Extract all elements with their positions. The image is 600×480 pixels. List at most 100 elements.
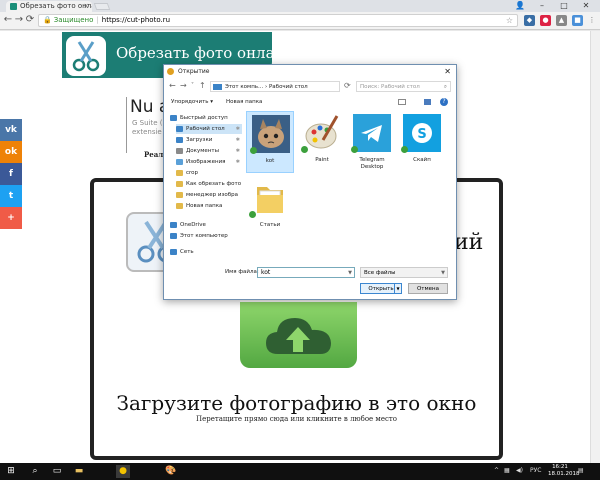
time-text: 16:21 [552,464,568,470]
view-icon[interactable] [398,99,406,105]
breadcrumb-item[interactable]: Рабочий стол [269,84,308,90]
extension-icon[interactable]: ▲ [556,15,567,26]
nav-item[interactable]: Сеть [170,247,242,257]
sync-check-icon [249,211,256,218]
ad-line: extensie [132,128,162,136]
star-icon [170,115,177,121]
windows-start-icon[interactable]: ⊞ [4,465,18,478]
nav-item-label: OneDrive [180,222,206,228]
close-window-button[interactable]: ✕ [576,0,596,11]
browser-tab[interactable]: Обрезать фото онлайн! × [6,1,92,12]
chevron-down-icon[interactable]: ˅ [191,82,194,89]
user-icon[interactable]: 👤 [510,0,530,11]
vk-share-button[interactable]: vk [0,119,22,141]
nav-item[interactable]: менеджер изобра [176,190,242,200]
filetype-select[interactable]: Все файлы ▼ [360,267,448,278]
volume-icon[interactable]: ◀) [516,467,523,474]
clock[interactable]: 16:21 18.01.2018 [548,464,580,478]
close-tab-icon[interactable]: × [83,2,89,10]
nav-item[interactable]: Быстрый доступ [170,113,242,123]
filename-label: Имя файла: [225,269,259,275]
breadcrumb[interactable]: Этот компь... › Рабочий стол [210,81,340,92]
help-icon[interactable]: ? [440,98,448,106]
upload-button[interactable] [240,302,357,368]
chevron-down-icon: ▼ [441,270,445,276]
filename-value: kot [261,269,271,276]
nav-item[interactable]: Документы ✱ [176,146,242,156]
sync-check-icon [401,146,408,153]
notifications-icon[interactable]: ▤ [578,467,584,474]
telegram-app-icon [353,114,391,152]
close-dialog-icon[interactable]: ✕ [444,65,451,78]
organize-button[interactable]: Упорядочить ▾ [171,96,213,108]
sync-check-icon [250,147,257,154]
breadcrumb-item[interactable]: Этот компь... [225,84,263,90]
nav-item[interactable]: Этот компьютер [170,231,242,241]
chevron-down-icon[interactable]: ▼ [348,268,352,278]
nav-item-label: Быстрый доступ [180,115,228,121]
site-favicon-icon [10,3,17,10]
nav-item[interactable]: OneDrive [170,220,242,230]
preview-pane-icon[interactable] [424,99,431,105]
file-item-articles-folder[interactable]: Статьи [246,176,294,238]
extension-icon[interactable]: ■ [572,15,583,26]
new-tab-button[interactable] [93,3,111,10]
search-icon[interactable]: ⌕ [28,465,42,478]
paint-taskbar-icon[interactable]: 🎨 [164,465,178,478]
nav-item-label: Рабочий стол [186,126,225,132]
twitter-share-button[interactable]: t [0,185,22,207]
ok-share-button[interactable]: ok [0,141,22,163]
refresh-icon[interactable]: ⟳ [344,81,351,90]
file-item-telegram[interactable]: Telegram Desktop [348,111,396,173]
file-item-paint[interactable]: Paint [298,111,346,173]
folder-icon [176,192,183,198]
file-label: Скайп [413,157,431,163]
open-button[interactable]: Открыть ▼ [360,283,402,294]
forward-icon[interactable]: → [180,81,187,90]
dialog-title: Открытие [178,68,210,75]
file-explorer-icon[interactable]: ▬ [72,465,86,478]
bookmark-star-icon[interactable]: ☆ [506,15,513,26]
maximize-button[interactable]: □ [554,0,574,11]
nav-item-label: Загрузки [186,137,213,143]
dialog-titlebar[interactable]: Открытие ✕ [164,65,456,78]
nav-item[interactable]: crop [176,168,242,178]
task-view-icon[interactable]: ▭ [50,465,64,478]
tray-chevron-icon[interactable]: ^ [494,467,499,474]
sync-check-icon [351,146,358,153]
nav-item[interactable]: Рабочий стол ✱ [176,124,242,134]
nav-item[interactable]: Новая папка [176,201,242,211]
more-share-button[interactable]: + [0,207,22,229]
search-icon: ⌕ [443,84,447,90]
nav-item[interactable]: Изображения ✱ [176,157,242,167]
page-scrollbar[interactable] [590,31,600,463]
desktop-icon [176,126,183,132]
facebook-share-button[interactable]: f [0,163,22,185]
page-heading-fragment: ий [454,230,484,255]
cancel-button[interactable]: Отмена [408,283,448,294]
file-item-kot[interactable]: kot [246,111,294,173]
nav-item[interactable]: Загрузки ✱ [176,135,242,145]
filename-input[interactable]: kot ▼ [257,267,355,278]
extension-icon[interactable]: ◆ [524,15,535,26]
minimize-button[interactable]: – [532,0,552,11]
cat-image-thumbnail [252,115,290,153]
chrome-taskbar-icon[interactable]: ● [116,465,130,478]
file-list: kot Paint Telegram Desktop S Скайп Стать… [244,110,456,262]
language-indicator[interactable]: РУС [530,467,541,474]
back-icon[interactable]: ← [169,81,176,90]
up-icon[interactable]: ↑ [199,81,206,90]
cloud-upload-icon [266,318,331,354]
reload-icon[interactable]: ⟳ [24,14,36,26]
open-button-label: Открыть [368,286,394,292]
address-bar[interactable]: 🔒 Защищено | https://cut-photo.ru ☆ [38,14,518,27]
nav-item[interactable]: Как обрезать фото [176,179,242,189]
new-folder-button[interactable]: Новая папка [226,96,262,108]
file-item-skype[interactable]: S Скайп [398,111,446,173]
extension-icon[interactable]: ● [540,15,551,26]
dialog-search-input[interactable]: Поиск: Рабочий стол ⌕ [356,81,451,92]
network-icon[interactable]: ▦ [504,467,510,474]
menu-icon[interactable]: ⋮ [587,15,597,26]
pin-icon: ✱ [235,148,240,154]
chevron-down-icon[interactable]: ▼ [394,284,401,293]
